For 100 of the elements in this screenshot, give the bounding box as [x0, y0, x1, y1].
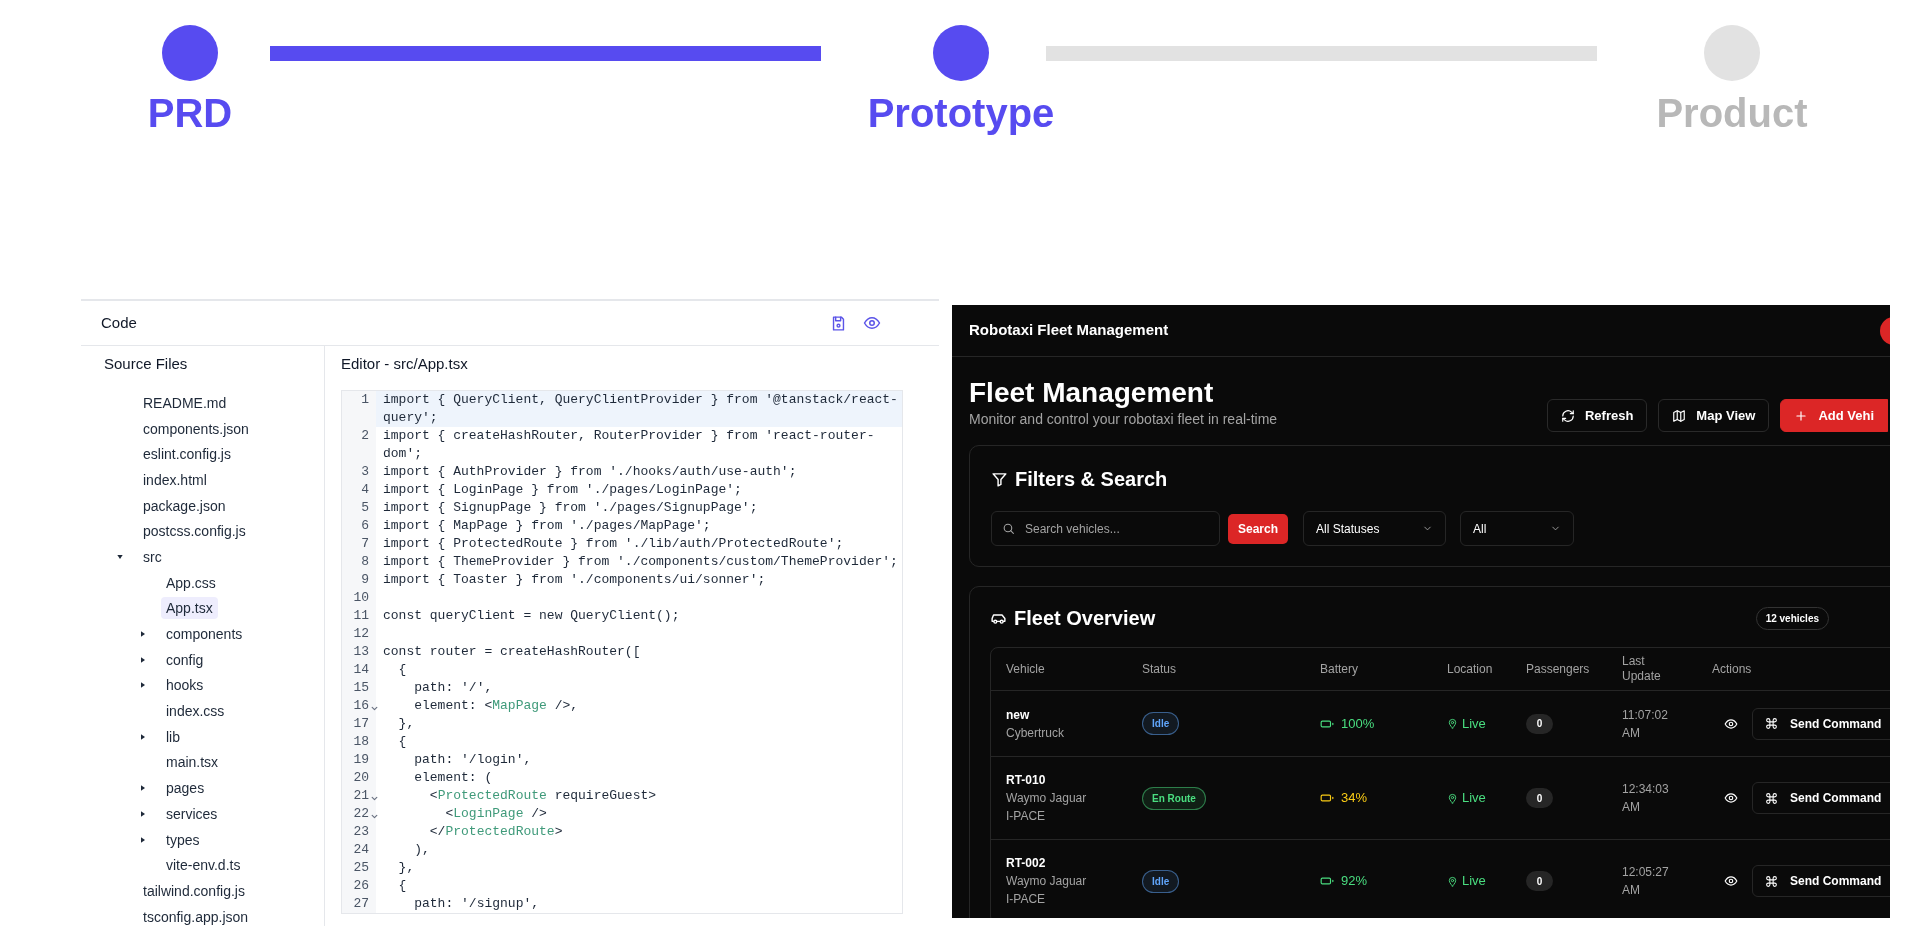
vehicle-model: Cybertruck [1006, 724, 1065, 742]
folder-item[interactable]: pages [161, 777, 210, 800]
command-icon [1765, 791, 1778, 805]
file-item[interactable]: App.tsx [161, 597, 218, 620]
eye-icon[interactable] [1724, 716, 1738, 731]
battery-icon [1320, 874, 1334, 888]
code-line: </ProtectedRoute> [428, 824, 563, 839]
line-number: 13 [353, 643, 369, 661]
filter-dropdown[interactable]: All Statuses [1303, 511, 1447, 546]
search-icon [1002, 522, 1015, 535]
file-item[interactable]: README.md [138, 391, 232, 414]
code-line: import { ThemeProvider } from './components/custom/ThemeProvider'; [383, 554, 898, 569]
passenger-count: 0 [1526, 788, 1553, 808]
map-view-button[interactable]: Map View [1658, 399, 1770, 432]
plus-icon [1794, 408, 1809, 423]
caret-icon[interactable] [139, 784, 147, 793]
line-number: 11 [353, 607, 369, 625]
filter-icon [991, 470, 1008, 488]
add-button[interactable]: Add Vehi [1780, 399, 1888, 432]
line-number: 3 [361, 463, 369, 481]
file-item[interactable]: index.html [138, 468, 212, 491]
folder-item[interactable]: types [161, 828, 205, 851]
file-item[interactable]: main.tsx [161, 751, 224, 774]
location-pin-icon [1447, 718, 1458, 729]
code-line: import { SignupPage } from './pages/SignupPage'; [383, 500, 758, 515]
caret-icon[interactable] [139, 630, 147, 639]
line-number: 25 [353, 859, 369, 877]
code-line: ), [413, 842, 430, 857]
folder-item[interactable]: src [138, 545, 167, 568]
folder-item[interactable]: components [161, 623, 248, 646]
file-item[interactable]: components.json [138, 417, 254, 440]
code-line: path: '/login', [413, 752, 532, 767]
map-icon [1672, 408, 1687, 423]
code-line: import { AuthProvider } from './hooks/auth/use-auth'; [383, 464, 797, 479]
send-command-button[interactable]: Send Command [1752, 707, 1890, 740]
last-update: 12:05:27 AM [1622, 864, 1670, 899]
vehicle-model: Waymo Jaguar I-PACE [1006, 873, 1088, 908]
caret-icon[interactable] [116, 552, 124, 561]
code-line: import { LoginPage } from './pages/LoginPage'; [383, 482, 742, 497]
last-update: 11:07:02 AM [1622, 706, 1669, 742]
file-item[interactable]: package.json [138, 494, 231, 517]
code-line: import { MapPage } from './pages/MapPage'; [383, 518, 711, 533]
search-field[interactable]: Search vehicles... [991, 511, 1220, 546]
caret-icon[interactable] [139, 835, 147, 844]
caret-icon[interactable] [139, 732, 147, 741]
folder-item[interactable]: lib [161, 725, 185, 748]
folder-item[interactable]: config [161, 648, 209, 671]
card-title: Filters & Search [1015, 467, 1168, 492]
vehicle-model: Waymo Jaguar I-PACE [1006, 790, 1088, 825]
file-item[interactable]: tsconfig.app.json [138, 905, 254, 926]
line-number: 20 [353, 769, 369, 787]
last-update: 12:34:03 AM [1622, 781, 1670, 816]
file-item[interactable]: vite-env.d.ts [161, 854, 246, 877]
filter-dropdown[interactable]: All [1460, 511, 1575, 546]
column-header: Status [1142, 661, 1178, 677]
location-pin-icon [1447, 875, 1458, 887]
line-number: 9 [361, 571, 369, 589]
line-number: 15 [353, 679, 369, 697]
line-number: 4 [361, 481, 369, 499]
send-command-button[interactable]: Send Command [1752, 782, 1890, 814]
caret-icon[interactable] [139, 681, 147, 690]
fold-icon[interactable] [371, 705, 378, 712]
file-item[interactable]: App.css [161, 571, 221, 594]
file-item[interactable]: tailwind.config.js [138, 879, 250, 902]
code-line: import { Toaster } from './components/ui/sonner'; [383, 572, 766, 587]
send-command-button[interactable]: Send Command [1752, 865, 1890, 897]
line-number: 12 [353, 625, 369, 643]
fold-icon[interactable] [371, 813, 378, 820]
line-number: 19 [353, 751, 369, 769]
step-label: Prototype [867, 90, 1055, 137]
caret-icon[interactable] [139, 809, 147, 818]
search-button[interactable]: Search [1228, 513, 1289, 544]
eye-icon[interactable] [1724, 874, 1738, 888]
file-item[interactable]: index.css [161, 700, 230, 723]
file-item[interactable]: postcss.config.js [138, 520, 251, 543]
passenger-count: 0 [1526, 713, 1553, 734]
command-icon [1765, 874, 1778, 888]
status-badge: En Route [1142, 786, 1206, 810]
code-line: }, [397, 716, 415, 731]
sidebar-title: Source Files [103, 354, 189, 374]
refresh-button[interactable]: Refresh [1546, 399, 1648, 432]
folder-item[interactable]: hooks [161, 674, 209, 697]
location-status: Live [1462, 714, 1486, 733]
caret-icon[interactable] [139, 655, 147, 664]
passenger-count: 0 [1526, 871, 1553, 891]
battery-reading: 92% [1341, 872, 1368, 891]
line-number: 6 [361, 517, 369, 535]
fold-icon[interactable] [371, 795, 378, 802]
line-number: 7 [361, 535, 369, 553]
code-line: const router = createHashRouter([ [383, 644, 641, 659]
code-line: path: '/signup', [413, 896, 540, 911]
folder-item[interactable]: services [161, 802, 223, 825]
column-header: Location [1447, 661, 1494, 677]
code-line: import { QueryClient, QueryClientProvider } from '@tanstack/react-query'; [383, 392, 898, 425]
file-item[interactable]: eslint.config.js [138, 443, 236, 466]
eye-icon[interactable] [1724, 791, 1738, 805]
save-icon[interactable] [830, 314, 847, 332]
line-number: 22 [353, 805, 369, 823]
line-number: 23 [353, 823, 369, 841]
vehicle-id: RT-002 [1006, 855, 1047, 872]
